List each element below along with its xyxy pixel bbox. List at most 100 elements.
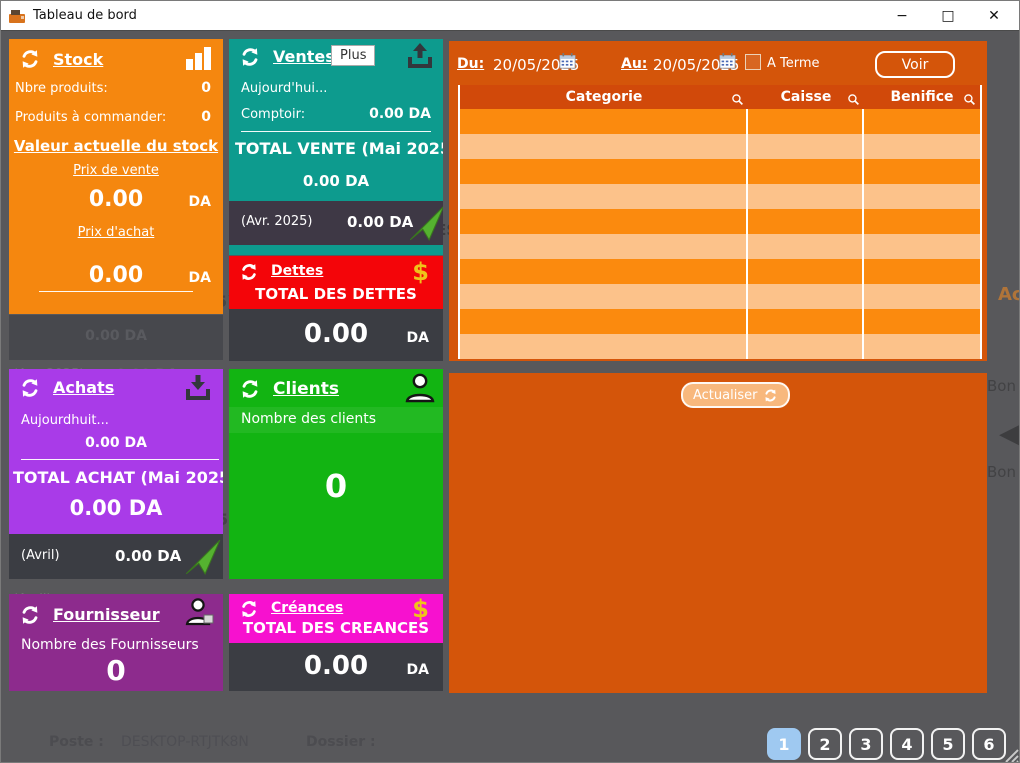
comptoir-label: Comptoir: bbox=[241, 107, 305, 122]
table-row[interactable] bbox=[460, 309, 980, 334]
calendar-icon[interactable] bbox=[719, 53, 736, 69]
prix-de-vente-link[interactable]: Prix de vente bbox=[9, 163, 223, 178]
table-cell bbox=[460, 159, 748, 184]
creances-unit: DA bbox=[407, 662, 429, 678]
table-cell bbox=[748, 334, 864, 359]
table-cell bbox=[460, 234, 748, 259]
total-vente-value: 0.00 DA bbox=[229, 172, 443, 190]
aujourdhui-label: Aujourd'hui... bbox=[241, 81, 327, 96]
table-row[interactable] bbox=[460, 109, 980, 134]
aujourdhui-label: Aujourdhuit... bbox=[21, 413, 109, 428]
column-header-benifice[interactable]: Benifice bbox=[864, 89, 980, 105]
table-row[interactable] bbox=[460, 159, 980, 184]
calendar-icon[interactable] bbox=[559, 53, 576, 69]
tile-clients: Clients Nombre des clients 0 bbox=[229, 369, 443, 579]
table-cell bbox=[748, 109, 864, 134]
app-window: Tableau de bord − □ ✕ Achat / Fournisseu… bbox=[0, 0, 1020, 763]
table-cell bbox=[748, 159, 864, 184]
page-button-4[interactable]: 4 bbox=[890, 728, 924, 760]
table-row[interactable] bbox=[460, 334, 980, 359]
column-label: Benifice bbox=[890, 89, 953, 105]
total-achat-value: 0.00 DA bbox=[9, 496, 223, 520]
achats-title-link[interactable]: Achats bbox=[53, 378, 114, 397]
title-bar: Tableau de bord − □ ✕ bbox=[1, 1, 1019, 31]
person-icon bbox=[401, 372, 435, 404]
report-panel: Du: 20/05/2025 Au: 20/05/2025 A Terme Vo… bbox=[449, 41, 987, 361]
produits-commander-value: 0 bbox=[201, 109, 211, 125]
tile-dettes: Dettes $ TOTAL DES DETTES 0.00 DA bbox=[229, 256, 443, 361]
pagination: 123456 bbox=[767, 728, 1006, 760]
page-button-1[interactable]: 1 bbox=[767, 728, 801, 760]
refresh-icon[interactable] bbox=[19, 48, 41, 70]
divider bbox=[241, 131, 431, 132]
table-cell bbox=[460, 134, 748, 159]
nombre-fournisseurs-value: 0 bbox=[9, 654, 223, 687]
table-cell bbox=[460, 184, 748, 209]
prev-month-strip: (Avril) 0.00 DA bbox=[9, 534, 223, 579]
table-cell bbox=[864, 109, 980, 134]
total-creances-label: TOTAL DES CREANCES bbox=[229, 619, 443, 637]
table-row[interactable] bbox=[460, 259, 980, 284]
prix-achat-link[interactable]: Prix d'achat bbox=[9, 225, 223, 240]
table-cell bbox=[460, 259, 748, 284]
total-dettes-label: TOTAL DES DETTES bbox=[229, 285, 443, 303]
fournisseur-title-link[interactable]: Fournisseur bbox=[53, 605, 160, 624]
maximize-button[interactable]: □ bbox=[927, 1, 969, 31]
page-button-2[interactable]: 2 bbox=[808, 728, 842, 760]
table-cell bbox=[460, 309, 748, 334]
close-button[interactable]: ✕ bbox=[973, 1, 1015, 31]
tile-stock: Stock Nbre produits: 0 Produits à comman… bbox=[9, 39, 223, 314]
actualiser-button[interactable]: Actualiser bbox=[681, 382, 790, 408]
stock-title-link[interactable]: Stock bbox=[53, 50, 103, 69]
table-row[interactable] bbox=[460, 134, 980, 159]
refresh-icon[interactable] bbox=[239, 378, 261, 400]
table-cell bbox=[864, 284, 980, 309]
dettes-unit: DA bbox=[407, 330, 429, 346]
nombre-clients-value: 0 bbox=[229, 467, 443, 505]
column-header-categorie[interactable]: Categorie bbox=[460, 89, 748, 105]
refresh-icon[interactable] bbox=[239, 262, 259, 282]
table-header: Categorie Caisse Benifice bbox=[460, 85, 980, 109]
ventes-title-link[interactable]: Ventes bbox=[273, 47, 335, 66]
page-button-5[interactable]: 5 bbox=[931, 728, 965, 760]
plus-button[interactable]: Plus bbox=[331, 45, 375, 66]
table-cell bbox=[864, 159, 980, 184]
tile-creances: Créances $ TOTAL DES CREANCES 0.00 DA bbox=[229, 594, 443, 691]
dettes-title-link[interactable]: Dettes bbox=[271, 263, 323, 279]
person-box-icon bbox=[181, 597, 215, 629]
refresh-icon[interactable] bbox=[239, 46, 261, 68]
table-cell bbox=[748, 284, 864, 309]
table-row[interactable] bbox=[460, 234, 980, 259]
table-cell bbox=[748, 209, 864, 234]
minimize-button[interactable]: − bbox=[881, 1, 923, 31]
table-cell bbox=[460, 334, 748, 359]
table-cell bbox=[864, 334, 980, 359]
creances-header: Créances $ TOTAL DES CREANCES bbox=[229, 594, 443, 643]
divider bbox=[39, 291, 193, 292]
creances-title-link[interactable]: Créances bbox=[271, 600, 343, 616]
page-button-3[interactable]: 3 bbox=[849, 728, 883, 760]
results-table-body bbox=[460, 109, 980, 359]
total-achat-label: TOTAL ACHAT (Mai 2025) bbox=[13, 468, 223, 487]
clients-title-link[interactable]: Clients bbox=[273, 379, 339, 399]
refresh-icon[interactable] bbox=[239, 599, 259, 619]
a-terme-checkbox[interactable] bbox=[745, 54, 761, 70]
tile-ventes: Ventes Plus Aujourd'hui... Comptoir: 0.0… bbox=[229, 39, 443, 255]
upload-icon bbox=[405, 41, 435, 71]
column-header-caisse[interactable]: Caisse bbox=[748, 89, 864, 105]
column-label: Categorie bbox=[566, 89, 643, 105]
refresh-icon[interactable] bbox=[19, 604, 41, 626]
table-row[interactable] bbox=[460, 284, 980, 309]
search-icon[interactable] bbox=[731, 93, 744, 106]
search-icon[interactable] bbox=[963, 93, 976, 106]
table-cell bbox=[460, 209, 748, 234]
table-row[interactable] bbox=[460, 209, 980, 234]
table-row[interactable] bbox=[460, 184, 980, 209]
resize-grip[interactable] bbox=[1001, 745, 1019, 763]
voir-button[interactable]: Voir bbox=[875, 51, 955, 78]
table-cell bbox=[864, 134, 980, 159]
search-icon[interactable] bbox=[847, 93, 860, 106]
tile-fournisseur: Fournisseur Nombre des Fournisseurs 0 bbox=[9, 594, 223, 691]
refresh-icon[interactable] bbox=[19, 377, 41, 399]
window-title: Tableau de bord bbox=[33, 8, 137, 23]
